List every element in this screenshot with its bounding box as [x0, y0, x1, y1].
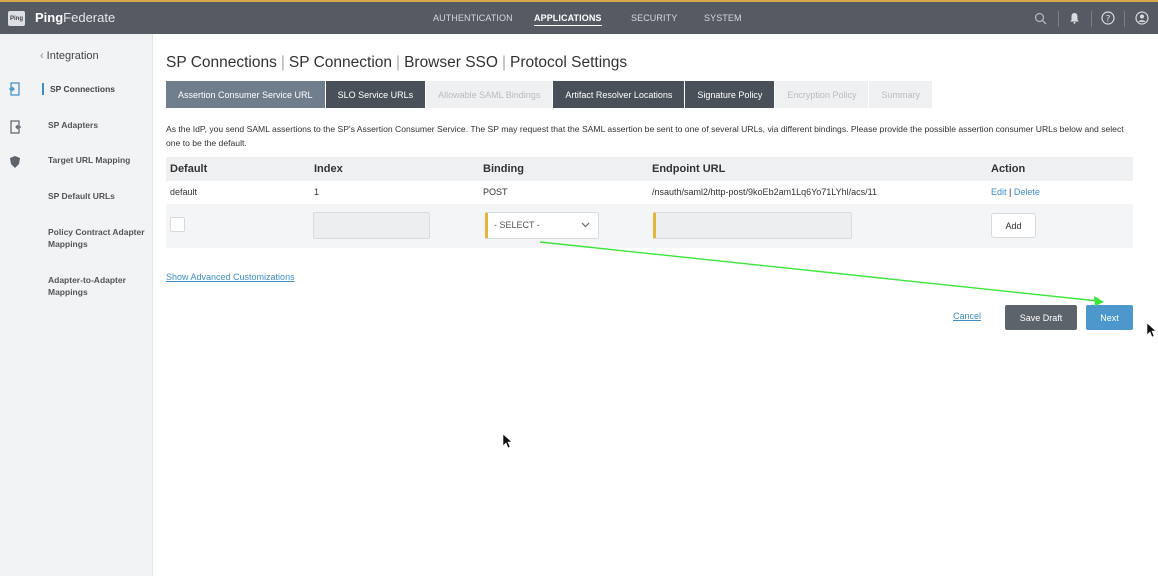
column-index: Index — [314, 163, 343, 175]
integration-icon[interactable] — [8, 82, 22, 96]
binding-select[interactable]: - SELECT - — [485, 212, 599, 239]
breadcrumb-item[interactable]: Browser SSO — [404, 54, 498, 71]
user-icon[interactable] — [1134, 10, 1150, 26]
index-input[interactable] — [313, 212, 430, 239]
tab-slo-service-urls[interactable]: SLO Service URLs — [325, 81, 426, 108]
tab-artifact-resolver-locations[interactable]: Artifact Resolver Locations — [553, 81, 685, 108]
cell-binding: POST — [483, 187, 508, 197]
mouse-cursor — [502, 433, 513, 449]
add-button[interactable]: Add — [991, 213, 1036, 238]
new-entry-row: - SELECT - Add — [166, 204, 1133, 248]
acs-url-table: Default Index Binding Endpoint URL Actio… — [166, 157, 1133, 248]
brand-rest: Federate — [63, 10, 116, 25]
column-default: Default — [170, 163, 208, 175]
divider — [1091, 11, 1092, 27]
cell-action: Edit | Delete — [991, 187, 1040, 197]
divider — [1058, 11, 1059, 27]
svg-text:?: ? — [1106, 14, 1111, 24]
tab-signature-policy[interactable]: Signature Policy — [685, 81, 775, 108]
nav-security[interactable]: SECURITY — [631, 13, 677, 23]
column-action: Action — [991, 163, 1026, 175]
nav-authentication[interactable]: AUTHENTICATION — [433, 13, 513, 23]
cell-index: 1 — [314, 187, 320, 197]
edit-link[interactable]: Edit — [991, 187, 1007, 197]
binding-select-value: - SELECT - — [494, 220, 540, 230]
sidebar-item-target-url-mapping[interactable]: Target URL Mapping — [48, 154, 148, 166]
delete-link[interactable]: Delete — [1014, 187, 1040, 197]
icon-rail — [0, 34, 30, 576]
cell-endpoint-url: /nsauth/saml2/http-post/9koEb2am1Lq6Yo71… — [652, 187, 877, 197]
cell-default: default — [170, 187, 198, 197]
divider — [1124, 11, 1125, 27]
page-description: As the IdP, you send SAML assertions to … — [166, 124, 1124, 148]
sidebar-item-adapter-to-adapter-mappings[interactable]: Adapter-to-Adapter Mappings — [48, 274, 148, 298]
save-draft-button[interactable]: Save Draft — [1005, 305, 1077, 330]
bell-icon[interactable] — [1066, 10, 1082, 26]
nav-system[interactable]: SYSTEM — [704, 13, 742, 23]
sidebar-title-label: Integration — [46, 50, 99, 62]
cancel-button[interactable]: Cancel — [953, 311, 981, 321]
tab-assertion-consumer-service-url[interactable]: Assertion Consumer Service URL — [166, 81, 325, 108]
ping-logo[interactable]: Ping — [8, 11, 25, 26]
tab-allowable-saml-bindings: Allowable SAML Bindings — [426, 81, 553, 108]
sidebar-title[interactable]: ‹ Integration — [40, 50, 99, 62]
brand-name: PingFederate — [35, 10, 115, 25]
help-icon[interactable]: ? — [1100, 10, 1116, 26]
tab-summary: Summary — [869, 81, 932, 108]
nav-applications[interactable]: APPLICATIONS — [534, 13, 602, 26]
sidebar-item-policy-contract-adapter-mappings[interactable]: Policy Contract Adapter Mappings — [48, 226, 148, 250]
mouse-cursor — [1146, 322, 1157, 338]
brand-bold: Ping — [35, 10, 64, 25]
applications-icon[interactable] — [8, 120, 22, 134]
breadcrumb-item[interactable]: SP Connections — [166, 54, 277, 71]
breadcrumb-item[interactable]: SP Connection — [289, 54, 392, 71]
column-endpoint-url: Endpoint URL — [652, 163, 726, 175]
table-row: default 1 POST /nsauth/saml2/http-post/9… — [166, 181, 1133, 204]
chevron-left-icon: ‹ — [40, 50, 44, 62]
breadcrumb-item: Protocol Settings — [509, 54, 628, 71]
show-advanced-customizations-link[interactable]: Show Advanced Customizations — [166, 272, 295, 282]
endpoint-url-input[interactable] — [653, 212, 852, 239]
sidebar-item-sp-connections[interactable]: SP Connections — [42, 83, 142, 95]
sidebar: ‹ Integration SP Connections SP Adapters … — [30, 34, 153, 576]
default-checkbox[interactable] — [170, 217, 185, 232]
table-header: Default Index Binding Endpoint URL Actio… — [166, 157, 1133, 181]
security-shield-icon[interactable] — [8, 155, 22, 169]
sidebar-item-sp-adapters[interactable]: SP Adapters — [48, 119, 148, 131]
column-binding: Binding — [483, 163, 524, 175]
top-bar: Ping PingFederate AUTHENTICATION APPLICA… — [0, 0, 1158, 34]
annotation-arrow — [539, 241, 1104, 306]
wizard-tabs: Assertion Consumer Service URL SLO Servi… — [166, 81, 933, 108]
next-button[interactable]: Next — [1086, 305, 1133, 330]
chevron-down-icon — [581, 220, 590, 231]
tab-encryption-policy: Encryption Policy — [775, 81, 869, 108]
breadcrumb: SP Connections | SP Connection | Browser SSO… — [166, 54, 628, 71]
search-icon[interactable] — [1032, 10, 1048, 26]
sidebar-item-sp-default-urls[interactable]: SP Default URLs — [48, 190, 148, 202]
